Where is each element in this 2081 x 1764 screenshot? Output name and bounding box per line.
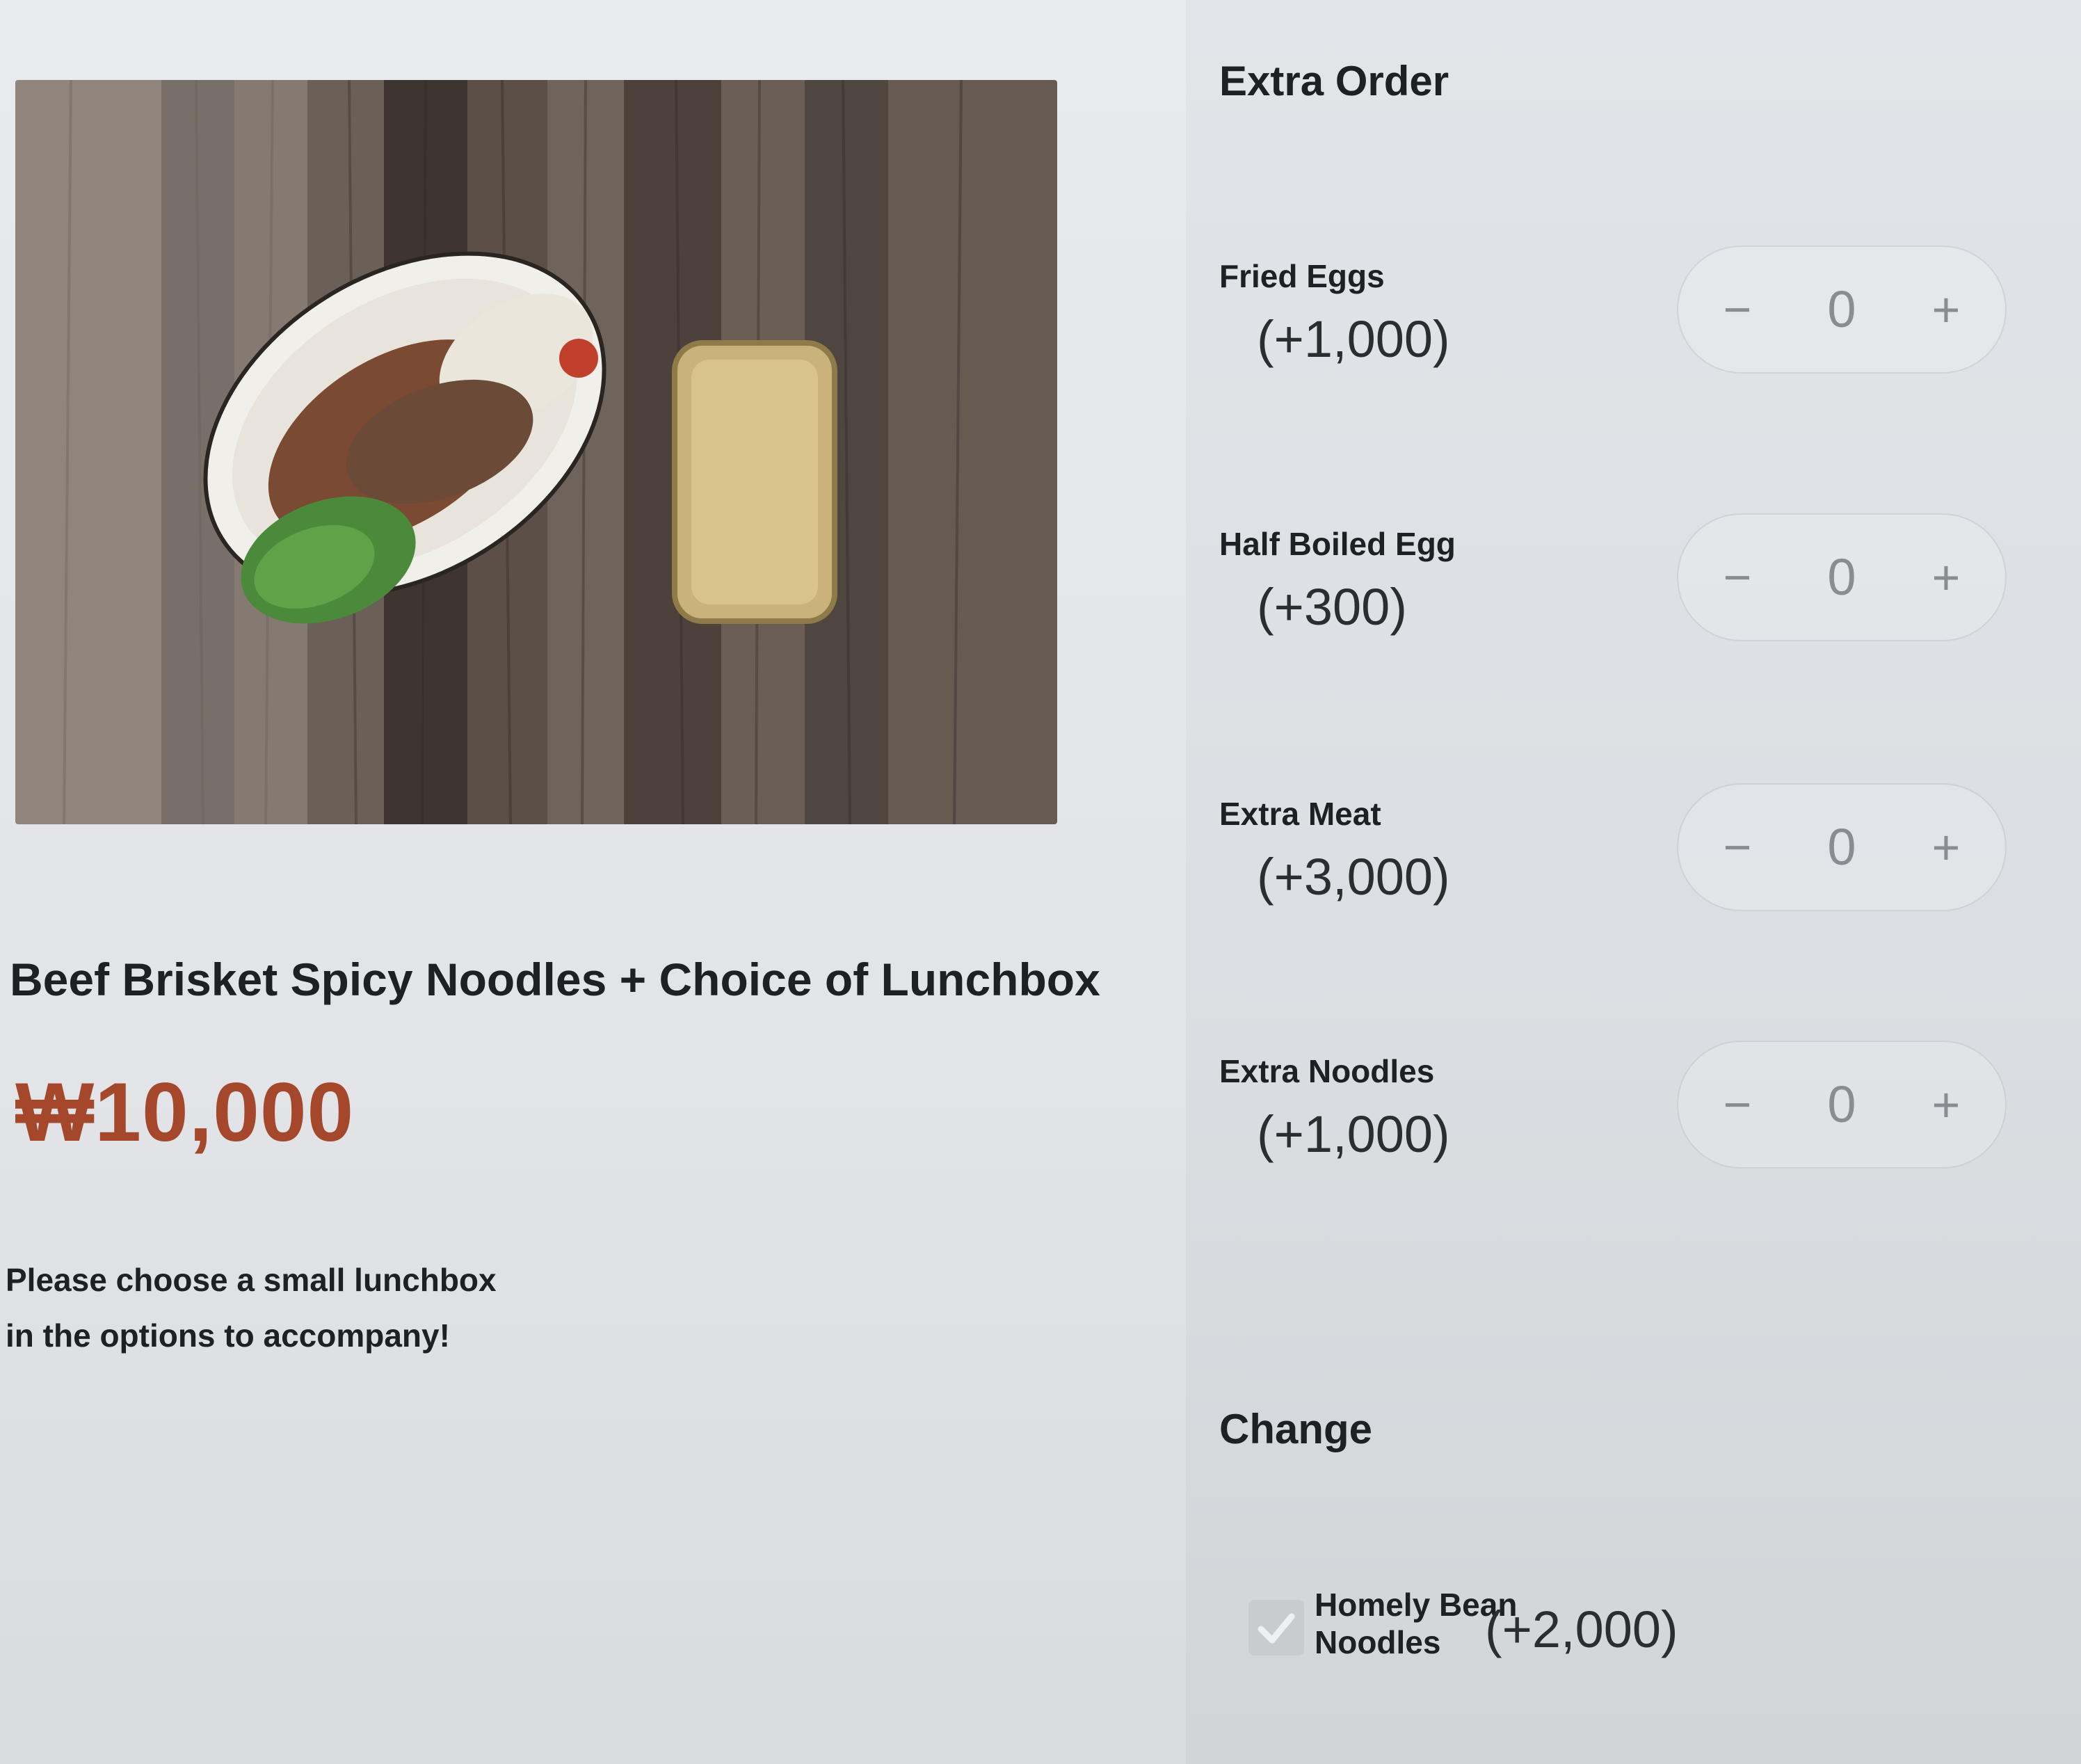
quantity-value: 0 bbox=[1827, 818, 1856, 876]
quantity-stepper: − 0 + bbox=[1678, 1042, 2005, 1167]
product-note: Please choose a small lunchbox in the op… bbox=[6, 1252, 497, 1363]
note-line-1: Please choose a small lunchbox bbox=[6, 1262, 497, 1298]
plus-icon[interactable]: + bbox=[1915, 816, 1977, 879]
product-price: ₩10,000 bbox=[15, 1066, 355, 1159]
change-option-price: (+2,000) bbox=[1485, 1601, 1678, 1658]
options-panel: Extra Order Fried Eggs (+1,000) − 0 + Ha… bbox=[1186, 0, 2081, 1764]
minus-icon[interactable]: − bbox=[1706, 278, 1769, 341]
plus-icon[interactable]: + bbox=[1915, 278, 1977, 341]
item-price: (+300) bbox=[1257, 578, 1407, 636]
extra-item-extra-noodles: Extra Noodles (+1,000) − 0 + bbox=[1219, 1042, 2061, 1192]
plus-icon[interactable]: + bbox=[1915, 1073, 1977, 1136]
product-detail-panel: Beef Brisket Spicy Noodles + Choice of L… bbox=[0, 0, 1186, 1764]
product-photo bbox=[15, 80, 1057, 824]
quantity-value: 0 bbox=[1827, 1075, 1856, 1133]
item-price: (+1,000) bbox=[1257, 310, 1450, 368]
change-option-homely-bean-noodles[interactable]: Homely Bean Noodles (+2,000) bbox=[1248, 1586, 2048, 1683]
quantity-value: 0 bbox=[1827, 548, 1856, 606]
product-title: Beef Brisket Spicy Noodles + Choice of L… bbox=[10, 954, 1100, 1005]
extra-item-extra-meat: Extra Meat (+3,000) − 0 + bbox=[1219, 785, 2061, 934]
note-line-2: in the options to accompany! bbox=[6, 1317, 450, 1354]
extra-item-fried-eggs: Fried Eggs (+1,000) − 0 + bbox=[1219, 247, 2061, 396]
item-name: Half Boiled Egg bbox=[1219, 526, 1456, 562]
item-name: Extra Meat bbox=[1219, 796, 1381, 832]
minus-icon[interactable]: − bbox=[1706, 1073, 1769, 1136]
minus-icon[interactable]: − bbox=[1706, 546, 1769, 609]
minus-icon[interactable]: − bbox=[1706, 816, 1769, 879]
quantity-stepper: − 0 + bbox=[1678, 247, 2005, 372]
change-heading: Change bbox=[1219, 1406, 1373, 1452]
item-name: Fried Eggs bbox=[1219, 258, 1385, 294]
extra-item-half-boiled-egg: Half Boiled Egg (+300) − 0 + bbox=[1219, 515, 2061, 664]
quantity-stepper: − 0 + bbox=[1678, 515, 2005, 640]
quantity-value: 0 bbox=[1827, 280, 1856, 338]
checkmark-icon[interactable] bbox=[1248, 1600, 1304, 1655]
item-price: (+3,000) bbox=[1257, 848, 1450, 906]
quantity-stepper: − 0 + bbox=[1678, 785, 2005, 910]
plus-icon[interactable]: + bbox=[1915, 546, 1977, 609]
extra-order-heading: Extra Order bbox=[1219, 58, 1449, 104]
item-name: Extra Noodles bbox=[1219, 1053, 1435, 1089]
item-price: (+1,000) bbox=[1257, 1105, 1450, 1163]
